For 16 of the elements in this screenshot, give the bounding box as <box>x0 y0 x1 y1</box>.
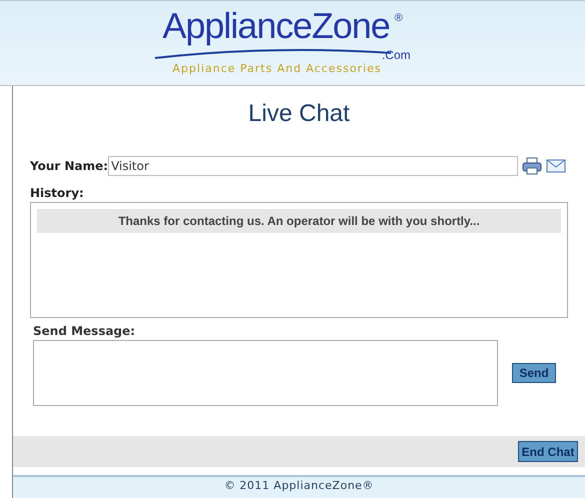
tagline-text: Appliance Parts And Accessories <box>172 62 382 76</box>
field-label: Send Message: <box>33 323 136 340</box>
field-label: Your Name: <box>30 158 108 175</box>
logo-text: ApplianceZone <box>162 6 390 46</box>
send-button[interactable]: Send <box>512 363 556 383</box>
printer-icon[interactable] <box>522 157 542 175</box>
field-label: History: <box>30 185 85 202</box>
message-field[interactable] <box>33 340 498 406</box>
end-chat-button[interactable]: End Chat <box>518 441 578 462</box>
domain-text: .Com <box>382 48 410 62</box>
page-title: Live Chat <box>248 99 350 129</box>
envelope-icon[interactable] <box>546 159 566 173</box>
name-field[interactable]: Visitor <box>108 156 518 176</box>
chat-message: Thanks for contacting us. An operator will be with you shortly... <box>37 209 561 233</box>
copyright-text: © 2011 ApplianceZone® <box>224 479 374 493</box>
registered-mark: ® <box>394 12 403 24</box>
